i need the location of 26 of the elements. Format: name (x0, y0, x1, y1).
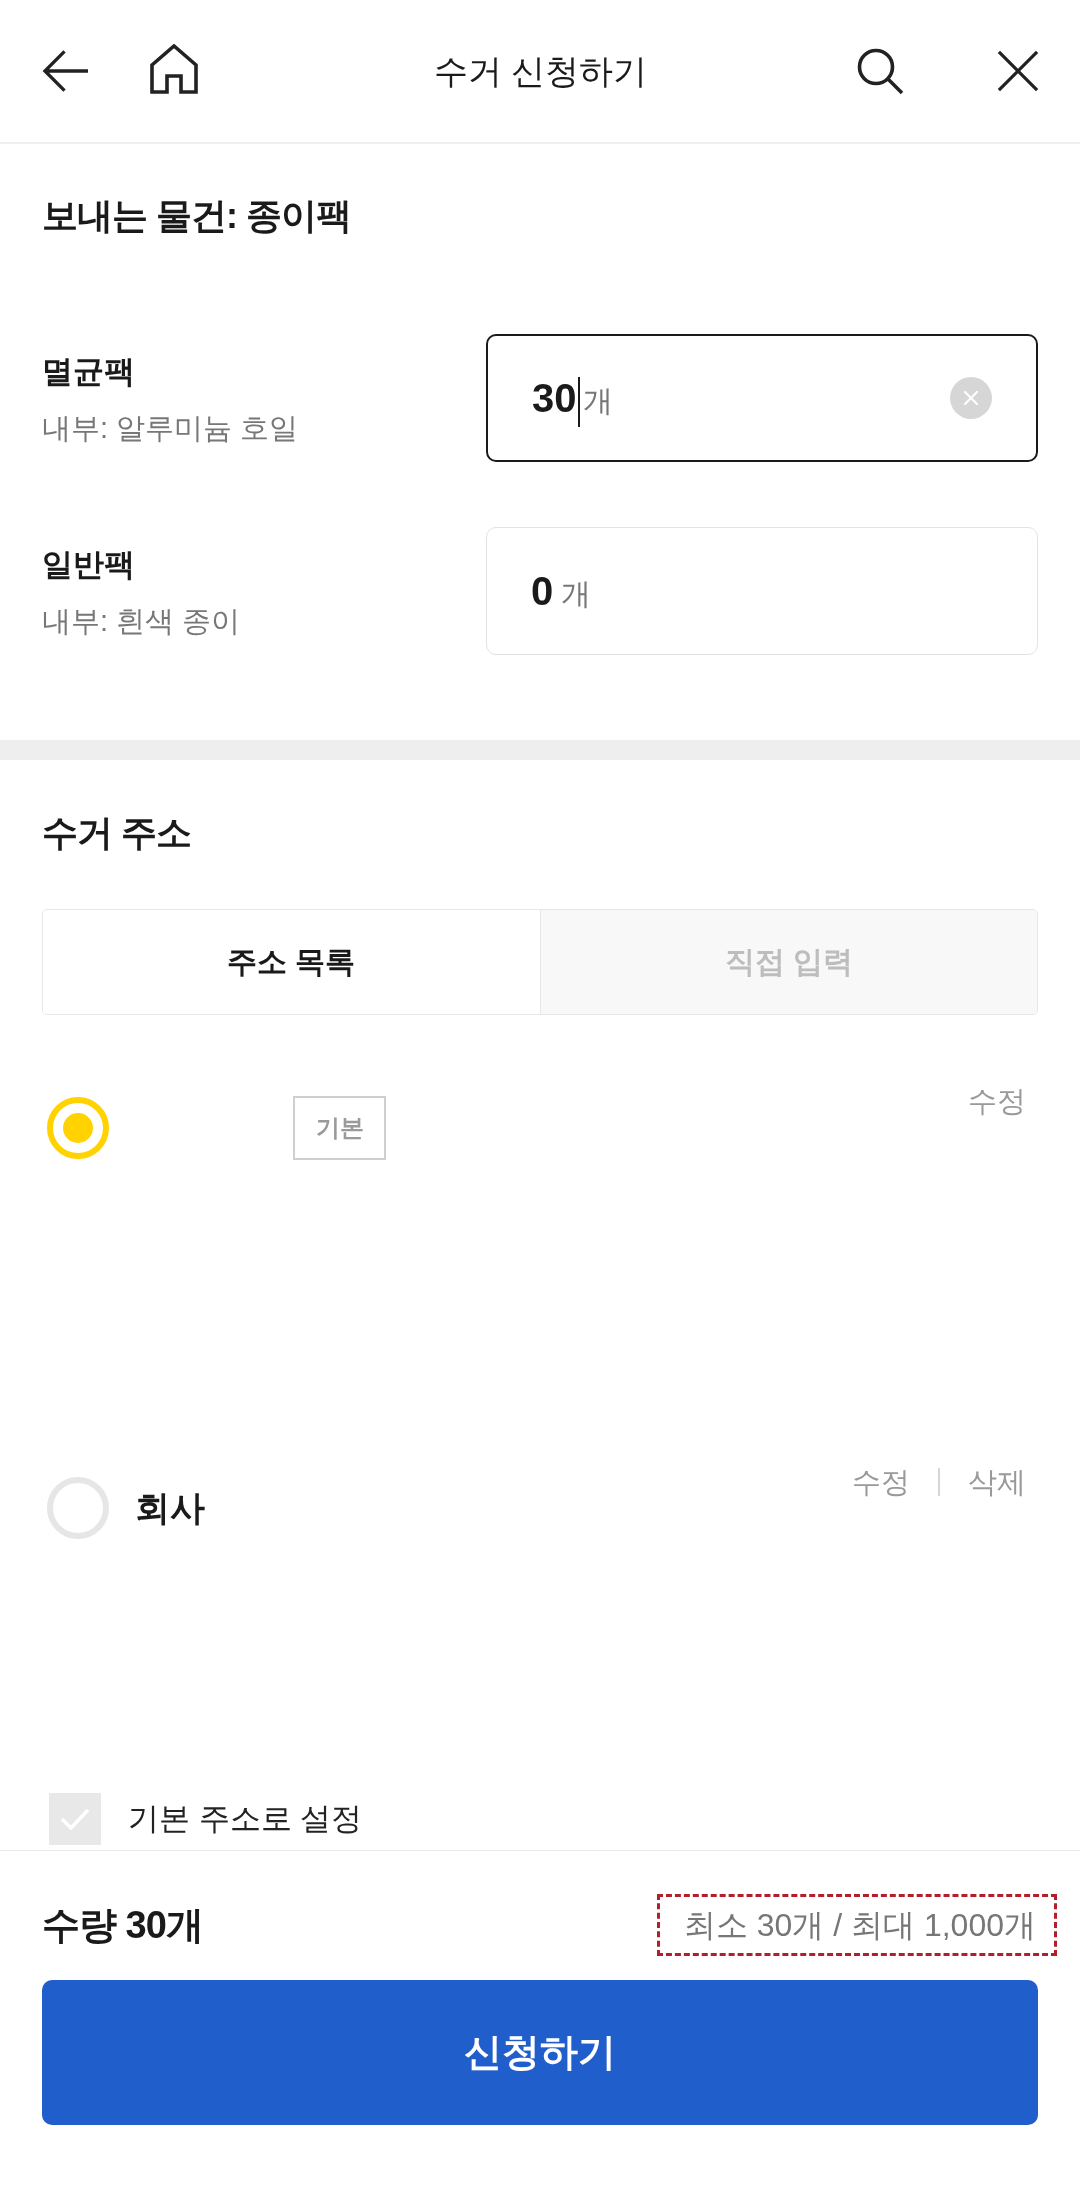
option-label: 기본 주소로 설정 (128, 1800, 363, 1838)
home-icon[interactable] (149, 44, 199, 94)
unit-label: 개 (561, 576, 592, 612)
item-description: 내부: 흰색 종이 (42, 604, 241, 639)
back-arrow-icon[interactable] (42, 49, 89, 93)
default-tag: 기본 (293, 1096, 386, 1160)
item-name: 일반팩 (42, 546, 136, 584)
section-title: 보내는 물건: 종이팩 (42, 194, 352, 238)
submit-button[interactable]: 신청하기 (42, 1980, 1038, 2125)
radio-button[interactable] (47, 1097, 109, 1159)
unit-label: 개 (582, 383, 613, 419)
quantity-field[interactable]: 30 개 (486, 334, 1038, 462)
field-value: 0 (531, 568, 554, 615)
field-value: 30 (532, 375, 577, 422)
item-description: 내부: 알루미늄 호일 (42, 411, 299, 446)
quantity-field[interactable]: 0 개 (486, 527, 1038, 655)
page-title: 수거 신청하기 (433, 51, 648, 92)
quantity-total: 수량 30개 (42, 1903, 203, 1948)
section-title: 수거 주소 (42, 811, 192, 855)
address-name: 회사 (135, 1487, 205, 1529)
radio-button[interactable] (47, 1477, 109, 1539)
text-cursor-icon (577, 377, 580, 427)
close-icon[interactable] (997, 50, 1039, 92)
search-icon[interactable] (856, 47, 904, 95)
item-name: 멸균팩 (42, 353, 136, 391)
quantity-limit-note: 최소 30개 / 최대 1,000개 (656, 1894, 1057, 1956)
